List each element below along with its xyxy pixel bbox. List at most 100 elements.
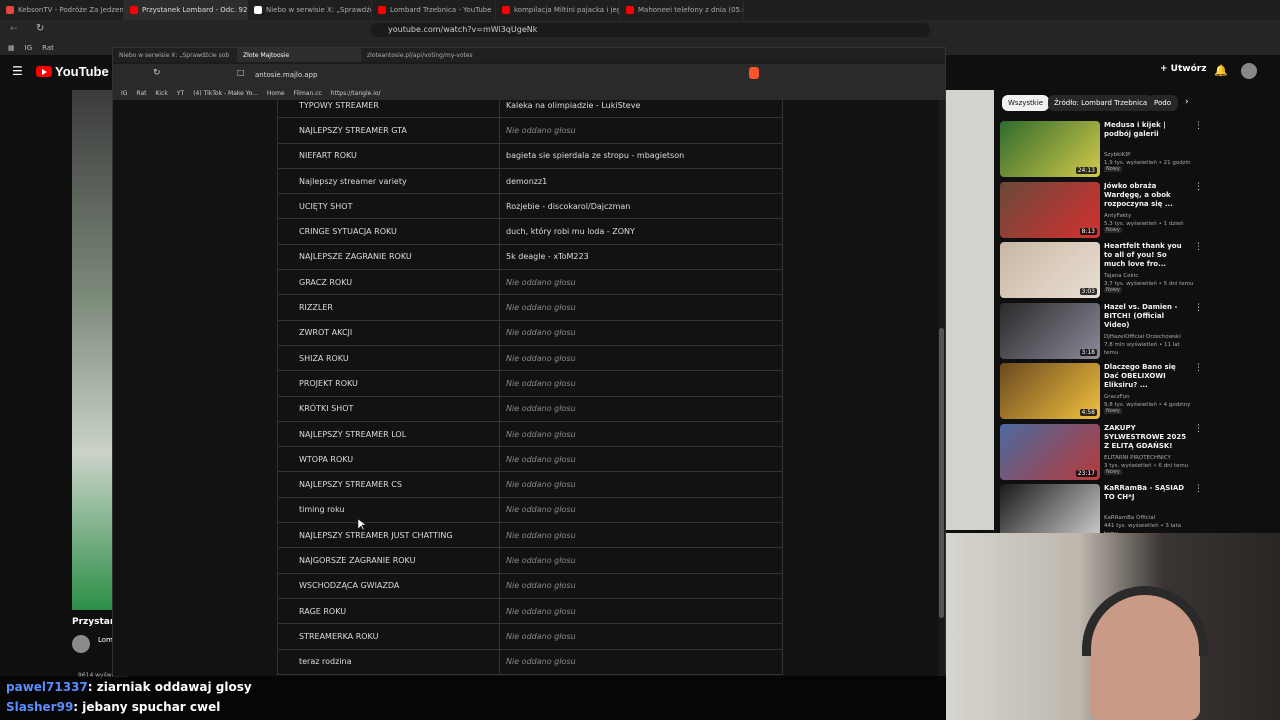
inner-tab-bar: Niebo w serwisie X: „Sprawdźcie sob Złote… bbox=[113, 48, 945, 62]
new-badge: Nowy bbox=[1104, 468, 1122, 475]
votes-table: TYPOWY STREAMER Kaleka na olimpiadzie - L… bbox=[277, 100, 783, 675]
mouse-cursor-icon bbox=[358, 519, 366, 531]
outer-url-field[interactable]: youtube.com/watch?v=mWi3qUgeNk bbox=[370, 23, 930, 37]
more-options-icon[interactable]: ⋮ bbox=[1194, 182, 1203, 192]
recommended-video[interactable]: KaRRamBa - SĄSIAD TO CH*J KaRRamBa Offici… bbox=[1000, 484, 1203, 540]
brave-shield-icon[interactable] bbox=[749, 67, 759, 79]
video-thumbnail[interactable]: 4:58 bbox=[1000, 363, 1100, 419]
more-options-icon[interactable]: ⋮ bbox=[1194, 242, 1203, 252]
channel-name[interactable]: Lom bbox=[98, 636, 113, 644]
page-scrollbar-thumb[interactable] bbox=[939, 328, 944, 618]
video-title[interactable]: ZAKUPY SYLWESTROWE 2025 Z ELITĄ GDAŃSK! bbox=[1104, 424, 1188, 451]
inner-address-bar: ↻ □ antosie.majlo.app bbox=[113, 64, 945, 86]
inner-tab[interactable]: Złote Majtoosie bbox=[237, 48, 361, 62]
recommended-video[interactable]: 3:03 Heartfelt thank you to all of you! S… bbox=[1000, 242, 1203, 298]
channel-name[interactable]: KaRRamBa Official bbox=[1104, 514, 1194, 522]
main-video-player[interactable] bbox=[72, 90, 112, 610]
channel-name[interactable]: AntyFakty bbox=[1104, 212, 1194, 220]
back-icon[interactable]: ← bbox=[10, 24, 18, 34]
apps-icon[interactable]: ▦ bbox=[8, 44, 15, 52]
chat-message: pawel71337: ziarniak oddawaj glosy bbox=[6, 680, 252, 694]
video-thumbnail[interactable]: 23:17 bbox=[1000, 423, 1100, 480]
outer-tab[interactable]: Niebo w serwisie X: „Sprawdźcie sob× bbox=[248, 0, 372, 20]
video-duration: 3:03 bbox=[1079, 288, 1097, 295]
new-badge: Nowy bbox=[1104, 408, 1122, 414]
inner-bookmark[interactable]: IG bbox=[121, 90, 127, 97]
vote-row: TYPOWY STREAMER Kaleka na olimpiadzie - L… bbox=[278, 100, 782, 119]
channel-name[interactable]: Tajana Cekic bbox=[1104, 272, 1194, 280]
inner-bookmark[interactable]: Home bbox=[267, 90, 285, 97]
more-options-icon[interactable]: ⋮ bbox=[1194, 424, 1203, 434]
inner-tab[interactable]: Niebo w serwisie X: „Sprawdźcie sob bbox=[113, 48, 237, 62]
bookmark-icon[interactable]: □ bbox=[237, 68, 245, 77]
inner-bookmark[interactable]: https://tangle.io/ bbox=[331, 90, 381, 97]
tab-label: Przystanek Lombard - Odc. 92 bbox=[142, 6, 248, 14]
notifications-icon[interactable]: 🔔 bbox=[1214, 64, 1228, 77]
vote-value: Nie oddano głosu bbox=[506, 581, 576, 591]
vote-row: timing roku Nie oddano głosu bbox=[278, 497, 782, 524]
inner-bookmark[interactable]: Rat bbox=[136, 90, 146, 97]
bookmark-ig[interactable]: IG bbox=[25, 44, 33, 52]
more-options-icon[interactable]: ⋮ bbox=[1194, 363, 1203, 373]
more-options-icon[interactable]: ⋮ bbox=[1194, 303, 1203, 313]
outer-tab[interactable]: Mahoneei telefony z dnia (05.01.26) -× bbox=[620, 0, 744, 20]
inner-url-field[interactable]: antosie.majlo.app bbox=[255, 69, 755, 81]
recommended-video[interactable]: 24:13 Medusa i kijek | podbój galerii Szyb… bbox=[1000, 121, 1203, 177]
channel-name[interactable]: DjHazelOfficial Orzechowski bbox=[1104, 333, 1194, 341]
video-title[interactable]: Dlaczego Bano się Dać OBELIXOWI Eliksiru… bbox=[1104, 363, 1188, 390]
video-title[interactable]: KaRRamBa - SĄSIAD TO CH*J bbox=[1104, 484, 1188, 502]
recommended-video[interactable]: 8:13 Jówko obraża Wardęgę, a obok rozpocz… bbox=[1000, 181, 1203, 238]
reload-icon[interactable]: ↻ bbox=[36, 23, 44, 34]
video-title[interactable]: Jówko obraża Wardęgę, a obok rozpoczyna … bbox=[1104, 182, 1188, 209]
inner-bookmark[interactable]: Kick bbox=[156, 90, 168, 97]
video-thumbnail[interactable]: 3:18 bbox=[1000, 302, 1100, 359]
inner-bookmark[interactable]: YT bbox=[177, 90, 184, 97]
video-thumbnail[interactable]: 8:13 bbox=[1000, 181, 1100, 238]
vote-category: NAJLEPSZY STREAMER CS bbox=[278, 472, 500, 497]
outer-tab[interactable]: Lombard Trzebnica - YouTube× bbox=[372, 0, 496, 20]
channel-avatar[interactable] bbox=[72, 635, 90, 653]
tab-label: Niebo w serwisie X: „Sprawdźcie sob bbox=[119, 51, 230, 59]
recommended-video[interactable]: 23:17 ZAKUPY SYLWESTROWE 2025 Z ELITĄ GDA… bbox=[1000, 423, 1203, 480]
inner-tab[interactable]: zloteantosie.pl/api/voting/my-votes bbox=[361, 48, 485, 62]
tab-label: KebsonTV - Podróże Za Jedzeniem bbox=[18, 6, 124, 14]
video-title[interactable]: Hazel vs. Damien - BITCH! (Official Vide… bbox=[1104, 303, 1188, 330]
menu-icon[interactable]: ☰ bbox=[12, 64, 23, 78]
bookmark-rat[interactable]: Rat bbox=[42, 44, 54, 52]
vote-row: ZWROT AKCJI Nie oddano głosu bbox=[278, 320, 782, 346]
recommended-video[interactable]: 3:18 Hazel vs. Damien - BITCH! (Official … bbox=[1000, 302, 1203, 359]
vote-category: PROJEKT ROKU bbox=[278, 371, 500, 396]
vote-value: Nie oddano głosu bbox=[506, 429, 576, 439]
create-button[interactable]: + Utwórz bbox=[1160, 64, 1206, 74]
video-duration: 4:58 bbox=[1079, 409, 1097, 416]
recommended-video[interactable]: 4:58 Dlaczego Bano się Dać OBELIXOWI Elik… bbox=[1000, 363, 1203, 419]
vote-value: Nie oddano głosu bbox=[506, 125, 576, 135]
outer-tab[interactable]: kompilacja Miltini pajacka i jego ko× bbox=[496, 0, 620, 20]
vote-row: WSCHODZĄCA GWIAZDA Nie oddano głosu bbox=[278, 573, 782, 599]
chip-similar[interactable]: Podo bbox=[1148, 95, 1178, 111]
chip-source[interactable]: Źródło: Lombard Trzebnica bbox=[1048, 95, 1154, 111]
vote-value: Nie oddano głosu bbox=[506, 353, 576, 363]
channel-name[interactable]: GraczFun bbox=[1104, 393, 1194, 401]
vote-row: UCIĘTY SHOT Rozjebie - discokarol/Dajczma… bbox=[278, 194, 782, 220]
inner-reload-icon[interactable]: ↻ bbox=[153, 68, 161, 78]
video-title[interactable]: Heartfelt thank you to all of you! So mu… bbox=[1104, 242, 1188, 269]
outer-tab[interactable]: KebsonTV - Podróże Za Jedzeniem× bbox=[0, 0, 124, 20]
vote-value: Nie oddano głosu bbox=[506, 606, 576, 616]
more-options-icon[interactable]: ⋮ bbox=[1194, 121, 1203, 131]
video-thumbnail[interactable]: 3:03 bbox=[1000, 242, 1100, 298]
avatar[interactable] bbox=[1241, 63, 1257, 79]
chip-all[interactable]: Wszystkie bbox=[1002, 95, 1050, 111]
video-thumbnail[interactable] bbox=[1000, 484, 1100, 540]
channel-name[interactable]: ELITARNI PIROTECHNICY bbox=[1104, 454, 1194, 462]
outer-tab[interactable]: Przystanek Lombard - Odc. 92× bbox=[124, 0, 248, 20]
youtube-logo[interactable]: YouTube bbox=[36, 64, 109, 79]
more-options-icon[interactable]: ⋮ bbox=[1194, 484, 1203, 494]
vote-category: UCIĘTY SHOT bbox=[278, 194, 500, 219]
video-thumbnail[interactable]: 24:13 bbox=[1000, 121, 1100, 177]
channel-name[interactable]: SzybkiKIP bbox=[1104, 151, 1194, 159]
inner-bookmark[interactable]: (4) TikTok - Make Yo... bbox=[193, 90, 258, 97]
video-title[interactable]: Medusa i kijek | podbój galerii bbox=[1104, 121, 1188, 139]
inner-bookmark[interactable]: Filman.cc bbox=[294, 90, 322, 97]
chevron-right-icon[interactable]: › bbox=[1185, 97, 1189, 107]
